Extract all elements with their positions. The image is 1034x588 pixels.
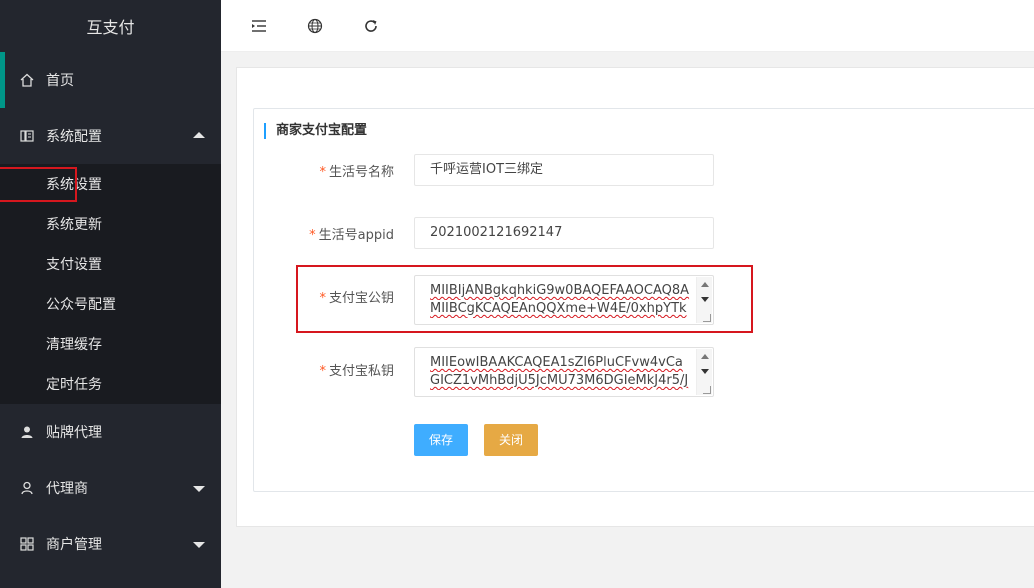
appid-label: * 生活号appid	[309, 228, 394, 243]
sidebar-item-label: 代理商	[46, 481, 88, 497]
home-icon	[20, 73, 34, 87]
submenu-item-system-settings[interactable]: 系统设置	[0, 164, 221, 204]
required-mark: *	[319, 364, 326, 379]
user-icon	[20, 425, 34, 439]
sidebar-item-label: 贴牌代理	[46, 425, 102, 441]
private-key-label: * 支付宝私钥	[319, 364, 394, 379]
grid-icon	[20, 537, 34, 551]
private-key-text: MIIEowIBAAKCAQEA1sZl6PluCFvw4vCa GICZ1vM…	[430, 355, 689, 388]
chevron-up-icon	[193, 132, 205, 138]
close-button[interactable]: 关闭	[484, 424, 539, 456]
chevron-down-icon	[193, 542, 205, 548]
annotation-highlight-box	[0, 167, 77, 202]
app-title: 互支付	[86, 18, 135, 37]
person-icon	[20, 481, 34, 495]
submenu-item-official-account[interactable]: 公众号配置	[0, 284, 221, 324]
resize-handle-icon[interactable]	[703, 386, 711, 394]
required-mark: *	[319, 165, 326, 180]
save-button[interactable]: 保存	[414, 424, 469, 456]
submenu-item-label: 支付设置	[46, 257, 102, 273]
sidebar: 互支付 首页 系统配置 系统设置 系统更新 支付设置 公众号配置 清理缓存 定时…	[0, 0, 221, 588]
sidebar-item-label: 系统配置	[46, 129, 102, 145]
sidebar-item-system-config[interactable]: 系统配置	[0, 108, 221, 164]
sidebar-item-label: 首页	[46, 73, 74, 89]
sidebar-item-merchant-management[interactable]: 商户管理	[0, 516, 221, 572]
sidebar-item-oem-agent[interactable]: 贴牌代理	[0, 404, 221, 460]
required-mark: *	[309, 228, 316, 243]
life-name-input[interactable]: 千呼运营IOT三绑定	[414, 154, 714, 186]
system-config-icon	[20, 129, 34, 143]
submenu-item-scheduled-tasks[interactable]: 定时任务	[0, 364, 221, 404]
sidebar-item-home[interactable]: 首页	[0, 52, 221, 108]
system-config-submenu: 系统设置 系统更新 支付设置 公众号配置 清理缓存 定时任务	[0, 164, 221, 404]
appid-input[interactable]: 2021002121692147	[414, 217, 714, 249]
submenu-item-clear-cache[interactable]: 清理缓存	[0, 324, 221, 364]
submenu-item-payment-settings[interactable]: 支付设置	[0, 244, 221, 284]
submenu-item-label: 定时任务	[46, 377, 102, 393]
chevron-down-icon	[193, 486, 205, 492]
section-title: 商家支付宝配置	[264, 123, 367, 139]
top-toolbar	[221, 0, 1034, 52]
annotation-highlight-box	[296, 265, 753, 333]
scroll-up-icon[interactable]	[701, 354, 709, 359]
private-key-textarea[interactable]: MIIEowIBAAKCAQEA1sZl6PluCFvw4vCa GICZ1vM…	[414, 347, 714, 397]
life-name-label: * 生活号名称	[319, 165, 394, 180]
submenu-item-label: 公众号配置	[46, 297, 116, 313]
scroll-down-icon[interactable]	[701, 369, 709, 374]
submenu-item-label: 清理缓存	[46, 337, 102, 353]
sidebar-item-agents[interactable]: 代理商	[0, 460, 221, 516]
sidebar-item-label: 商户管理	[46, 537, 102, 553]
submenu-item-system-update[interactable]: 系统更新	[0, 204, 221, 244]
globe-icon[interactable]	[305, 16, 325, 36]
submenu-item-label: 系统更新	[46, 217, 102, 233]
refresh-icon[interactable]	[361, 16, 381, 36]
menu-collapse-icon[interactable]	[249, 16, 269, 36]
